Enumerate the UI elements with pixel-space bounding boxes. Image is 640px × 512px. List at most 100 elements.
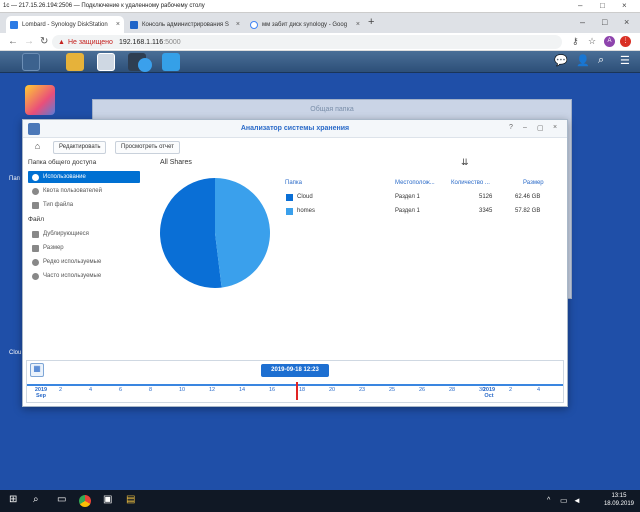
timeline-tick: 20: [329, 387, 336, 393]
menu-icon[interactable]: ⋮: [620, 36, 631, 47]
desktop-label-cloud[interactable]: Clou: [9, 350, 21, 356]
chrome-icon[interactable]: [79, 495, 91, 507]
tab-google-search[interactable]: мм забит диск synology - Goog ×: [246, 16, 364, 33]
control-panel-icon[interactable]: [97, 53, 115, 71]
volume-icon[interactable]: ◄: [573, 496, 581, 505]
reload-icon[interactable]: ↻: [40, 36, 48, 47]
timeline-tick: 2: [59, 387, 63, 393]
clock[interactable]: 13:15 18.09.2019: [604, 492, 634, 508]
tab-lombard[interactable]: Lombard - Synology DiskStation ×: [6, 16, 124, 33]
browser-minimize-icon[interactable]: –: [580, 17, 585, 27]
nav-section-file: Файл: [28, 216, 44, 223]
task-view-icon[interactable]: ▭: [57, 494, 66, 505]
tray-chevron-icon[interactable]: ^: [547, 497, 550, 504]
content-title: All Shares: [160, 159, 192, 166]
timeline-start-label: 2019 Sep: [34, 387, 48, 399]
nav-item-usage[interactable]: Использование: [28, 171, 140, 183]
search-icon[interactable]: ⌕: [598, 54, 604, 67]
row-cloud-location: Раздел 1: [395, 194, 420, 200]
pie-slice-cloud[interactable]: [160, 178, 222, 288]
row-cloud-name[interactable]: Cloud: [297, 194, 313, 200]
user-quota-icon: [32, 187, 39, 195]
timeline-tick: 18: [299, 387, 306, 393]
nav-item-duplicates[interactable]: Дублирующиеся: [28, 228, 140, 240]
rdp-title-bar: 1c — 217.15.26.194:2506 — Подключение к …: [0, 0, 640, 13]
col-header-count[interactable]: Количество ...: [451, 180, 490, 186]
nav-section-shares: Папка общего доступа: [28, 159, 97, 166]
timeline-end-label: 2019 Oct: [482, 387, 496, 399]
window-titlebar[interactable]: Анализатор системы хранения ? – ▢ ×: [23, 120, 567, 138]
nav-item-file-type[interactable]: Тип файла: [28, 199, 140, 211]
timeline-tick: 25: [389, 387, 396, 393]
network-icon[interactable]: ▭: [560, 496, 568, 505]
windows-start-icon[interactable]: ⊞: [9, 494, 17, 505]
new-tab-button[interactable]: +: [368, 16, 374, 28]
url-port[interactable]: :5000: [163, 39, 181, 46]
notifications-icon[interactable]: 💬: [554, 54, 568, 67]
col-header-location[interactable]: Местополож...: [395, 180, 435, 186]
file-type-icon: [32, 201, 39, 209]
timeline-marker[interactable]: [296, 382, 298, 400]
profile-avatar[interactable]: А: [604, 36, 615, 47]
close-icon[interactable]: ×: [622, 1, 627, 10]
rdp-icon[interactable]: ▣: [103, 494, 112, 505]
minimize-window-icon[interactable]: –: [523, 124, 527, 131]
storage-analyzer-window[interactable]: Анализатор системы хранения ? – ▢ × ⌂ Ре…: [22, 119, 568, 407]
nav-item-rarely-used[interactable]: Редко используемые: [28, 256, 140, 268]
pie-slice-homes[interactable]: [215, 178, 271, 288]
nav-item-frequently-used[interactable]: Часто используемые: [28, 270, 140, 282]
col-header-size[interactable]: Размер: [523, 180, 544, 186]
close-window-icon[interactable]: ×: [553, 124, 557, 131]
minimize-icon[interactable]: –: [578, 1, 582, 10]
main-menu-icon[interactable]: [22, 53, 40, 71]
desktop-app-icon[interactable]: [25, 85, 55, 115]
maximize-window-icon[interactable]: ▢: [537, 124, 544, 132]
row-homes-size: 57.82 GB: [515, 208, 541, 214]
bookmark-star-icon[interactable]: ☆: [588, 36, 596, 47]
user-icon[interactable]: 👤: [576, 54, 590, 67]
back-icon[interactable]: ←: [8, 36, 18, 47]
browser-close-icon[interactable]: ×: [624, 17, 629, 27]
legend-swatch-homes: [286, 208, 293, 215]
export-icon[interactable]: ⇊: [461, 157, 469, 168]
pie-icon: [32, 173, 39, 181]
omnibox[interactable]: ▲ Не защищено 192.168.1.116 :5000: [52, 35, 562, 49]
windows-taskbar: ⊞ ⌕ ▭ ▣ ▤ ^ ▭ ◄ 13:15 18.09.2019: [0, 490, 640, 512]
explorer-icon[interactable]: ▤: [126, 494, 135, 505]
key-icon[interactable]: ⚷: [572, 36, 579, 47]
tab-close-icon[interactable]: ×: [236, 21, 240, 28]
cloud-sync-icon[interactable]: [138, 58, 152, 72]
warning-icon[interactable]: ▲: [58, 39, 65, 46]
row-homes-name[interactable]: homes: [297, 208, 315, 214]
desktop-label-folder[interactable]: Пап: [9, 176, 20, 182]
tab-close-icon[interactable]: ×: [116, 21, 120, 28]
url-text[interactable]: 192.168.1.116: [119, 39, 163, 46]
maximize-icon[interactable]: □: [600, 1, 605, 10]
timeline[interactable]: ▦ 2019-09-18 12:23 2019 Sep 2 4 6 8 10 12 14 16…: [26, 360, 564, 403]
home-icon[interactable]: ⌂: [30, 141, 45, 154]
rdp-title: 1c — 217.15.26.194:2506 — Подключение к …: [3, 3, 205, 9]
timeline-tick: 10: [179, 387, 186, 393]
widgets-icon[interactable]: ☰: [620, 54, 630, 67]
clock-icon: [32, 258, 39, 266]
nav-item-size[interactable]: Размер: [28, 242, 140, 254]
tab-admin-console[interactable]: Консоль администрирования S ×: [126, 16, 244, 33]
col-header-folder[interactable]: Папка: [285, 180, 302, 186]
file-station-icon[interactable]: [66, 53, 84, 71]
help-icon[interactable]: ?: [509, 124, 513, 131]
view-report-button[interactable]: Просмотреть отчет: [115, 141, 181, 154]
size-icon: [32, 244, 39, 252]
browser-maximize-icon[interactable]: □: [602, 17, 607, 27]
calendar-icon[interactable]: ▦: [30, 363, 44, 377]
timeline-tick: 4: [537, 387, 541, 393]
active-app-icon[interactable]: [162, 53, 180, 71]
nav-item-user-quota[interactable]: Квота пользователей: [28, 185, 140, 197]
security-label[interactable]: Не защищено: [68, 39, 113, 46]
edit-button[interactable]: Редактировать: [53, 141, 107, 154]
search-icon[interactable]: ⌕: [33, 494, 39, 505]
row-cloud-count: 5126: [479, 194, 493, 200]
timeline-tick: 12: [209, 387, 216, 393]
tab-close-icon[interactable]: ×: [356, 21, 360, 28]
address-bar-row: ← → ↻ ▲ Не защищено 192.168.1.116 :5000 …: [0, 33, 640, 51]
forward-icon[interactable]: →: [24, 36, 34, 47]
